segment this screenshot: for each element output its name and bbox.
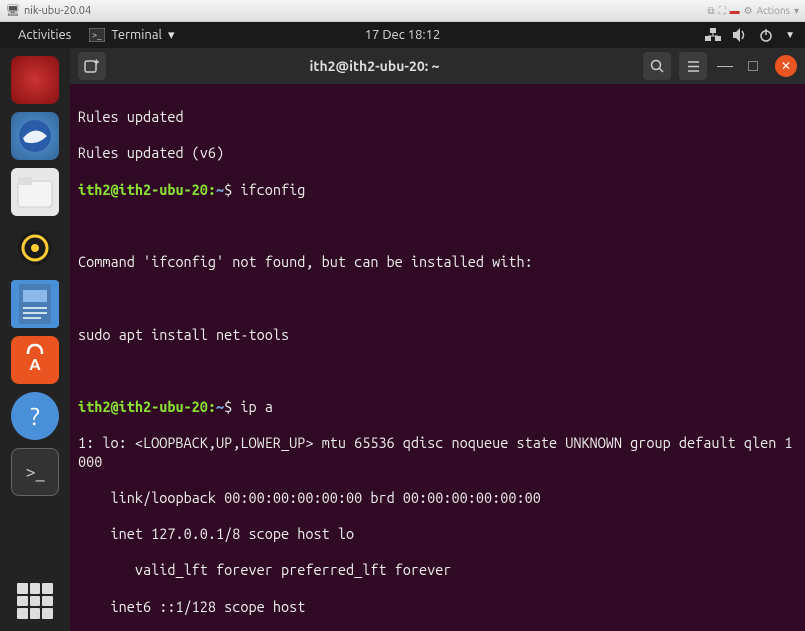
desktop: A ? >_ ith2@ith2-ubu-20: ~ — □ ✕ [0,48,805,631]
output-line [78,362,797,380]
dock-show-apps[interactable] [17,583,53,619]
output-line: Command 'ifconfig' not found, but can be… [78,253,797,271]
dock: A ? >_ [0,48,70,631]
terminal-controls: — □ ✕ [643,52,797,80]
terminal-icon: >_ [89,28,105,42]
clock[interactable]: 17 Dec 18:12 [365,28,441,42]
terminal-titlebar: ith2@ith2-ubu-20: ~ — □ ✕ [70,48,805,84]
command: ip a [240,398,272,415]
svg-text:A: A [29,356,41,374]
command: ifconfig [240,181,305,198]
vm-title: nik-ubu-20.04 [24,5,91,17]
terminal-menu-label: Terminal [111,28,162,42]
new-tab-button[interactable] [78,52,106,80]
minimize-button[interactable]: — [715,56,735,76]
display-icon[interactable]: ⧉ [707,5,714,17]
maximize-button[interactable]: □ [743,56,763,76]
dock-item-software[interactable]: A [11,336,59,384]
output-line [78,217,797,235]
prompt-path: ~ [216,181,224,198]
chevron-down-icon[interactable]: ▾ [794,5,799,17]
output-line: inet 127.0.0.1/8 scope host lo [78,525,797,543]
output-line: inet6 ::1/128 scope host [78,598,797,616]
prompt-user: ith2@ith2-ubu-20 [78,181,208,198]
network-icon[interactable] [705,28,721,42]
system-status-area[interactable]: ▼ [705,28,795,42]
svg-text:>_: >_ [92,30,102,40]
chevron-down-icon: ▾ [168,28,175,43]
vm-titlebar: 🖥 nik-ubu-20.04 ⧉ ⛶ ▬ ⚙ Actions ▾ [0,0,805,22]
dock-item-app1[interactable] [11,56,59,104]
dock-item-rhythmbox[interactable] [11,224,59,272]
chevron-down-icon[interactable]: ▼ [785,29,795,41]
dock-item-thunderbird[interactable] [11,112,59,160]
prompt-user: ith2@ith2-ubu-20 [78,398,208,415]
output-line [78,289,797,307]
gnome-topbar: Activities >_ Terminal ▾ 17 Dec 18:12 ▼ [0,22,805,48]
output-line: Rules updated (v6) [78,144,797,162]
prompt-path: ~ [216,398,224,415]
dock-item-files[interactable] [11,168,59,216]
dock-item-libreoffice[interactable] [11,280,59,328]
volume-icon[interactable] [733,28,747,42]
terminal-window: ith2@ith2-ubu-20: ~ — □ ✕ Rules updated … [70,48,805,631]
gear-icon[interactable]: ⚙ [744,5,753,17]
dock-item-help[interactable]: ? [11,392,59,440]
terminal-output[interactable]: Rules updated Rules updated (v6) ith2@it… [70,84,805,631]
hamburger-menu-button[interactable] [679,52,707,80]
terminal-title: ith2@ith2-ubu-20: ~ [114,58,635,74]
output-line: sudo apt install net-tools [78,326,797,344]
vm-toolbar: ⧉ ⛶ ▬ ⚙ Actions ▾ [707,5,799,17]
vm-icon: 🖥 [6,4,20,17]
prompt-line: ith2@ith2-ubu-20:~$ ifconfig [78,181,797,199]
prompt-line: ith2@ith2-ubu-20:~$ ip a [78,398,797,416]
actions-label[interactable]: Actions [757,5,790,16]
power-icon[interactable] [759,28,773,42]
output-line: valid_lft forever preferred_lft forever [78,561,797,579]
terminal-app-menu[interactable]: >_ Terminal ▾ [79,28,184,43]
flag-icon[interactable]: ▬ [730,5,740,17]
fullscreen-icon[interactable]: ⛶ [719,5,726,17]
activities-button[interactable]: Activities [10,28,79,42]
output-line: link/loopback 00:00:00:00:00:00 brd 00:0… [78,489,797,507]
close-button[interactable]: ✕ [775,55,797,77]
output-line: Rules updated [78,108,797,126]
dock-item-terminal[interactable]: >_ [11,448,59,496]
search-button[interactable] [643,52,671,80]
output-line: 1: lo: <LOOPBACK,UP,LOWER_UP> mtu 65536 … [78,434,797,470]
